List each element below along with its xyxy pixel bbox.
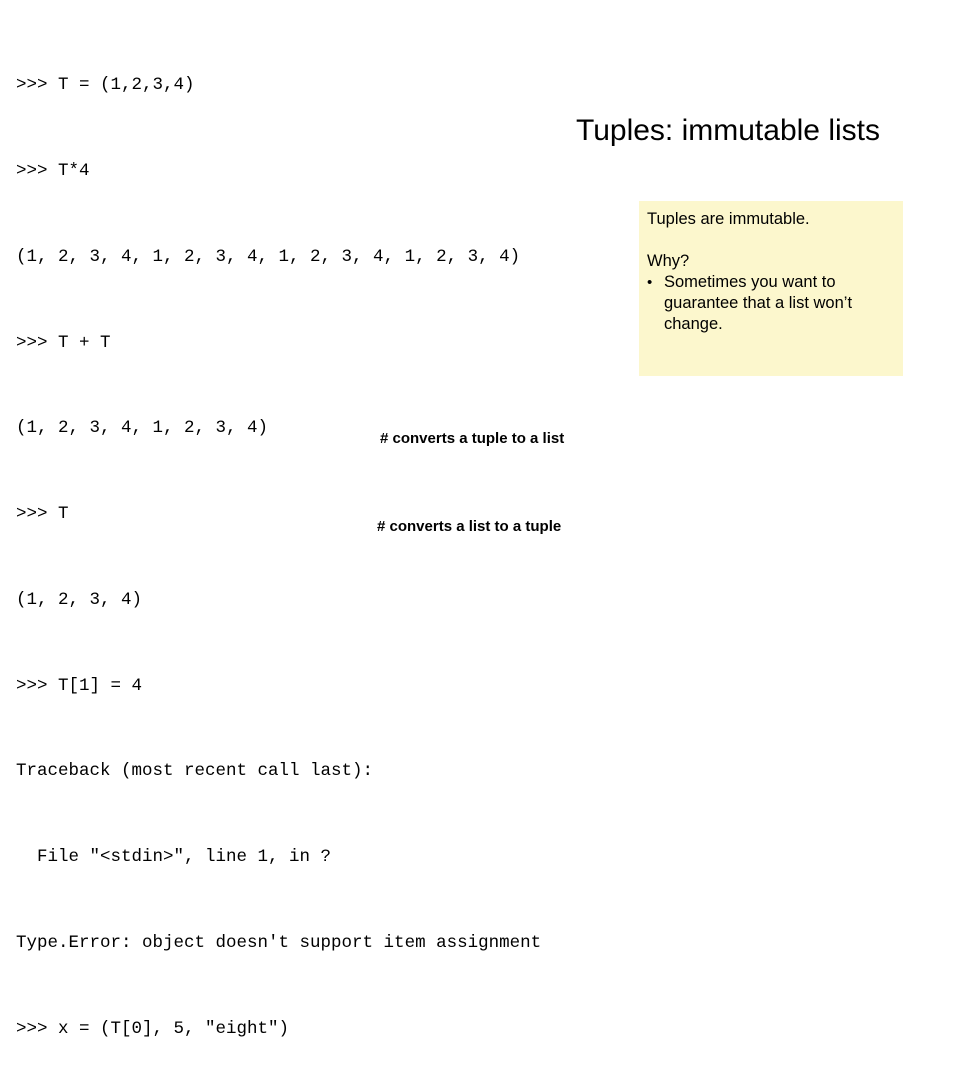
callout-spacer xyxy=(647,230,893,251)
callout-line-why: Why? xyxy=(647,252,690,270)
console-line: File "<stdin>", line 1, in ? xyxy=(16,847,332,868)
console-line: >>> T*4 xyxy=(16,160,90,181)
callout-bullet-item: • Sometimes you want to guarantee that a… xyxy=(647,272,893,335)
code-comment-tuple-to-list: # converts a tuple to a list xyxy=(380,430,565,447)
slide-canvas: >>> T = (1,2,3,4) >>> T*4 (1, 2, 3, 4, 1… xyxy=(0,0,960,1039)
bullet-icon: • xyxy=(647,274,653,291)
console-line: >>> T[1] = 4 xyxy=(16,675,143,696)
console-line: >>> x = (T[0], 5, "eight") xyxy=(16,1018,290,1039)
page-title: Tuples: immutable lists xyxy=(576,114,880,147)
console-line: (1, 2, 3, 4) xyxy=(16,589,143,610)
callout-box: Tuples are immutable. Why? • Sometimes y… xyxy=(639,201,903,376)
console-line: Traceback (most recent call last): xyxy=(16,761,374,782)
console-line: Type.Error: object doesn't support item … xyxy=(16,933,542,953)
python-console-output: >>> T = (1,2,3,4) >>> T*4 (1, 2, 3, 4, 1… xyxy=(16,14,636,1080)
callout-line-immutable: Tuples are immutable. xyxy=(647,210,810,228)
console-line: >>> T = (1,2,3,4) xyxy=(16,75,195,96)
code-comment-list-to-tuple: # converts a list to a tuple xyxy=(377,518,562,535)
console-line: (1, 2, 3, 4, 1, 2, 3, 4, 1, 2, 3, 4, 1, … xyxy=(16,246,521,267)
callout-bullet-text: Sometimes you want to guarantee that a l… xyxy=(664,273,853,333)
console-line: >>> T + T xyxy=(16,332,111,353)
